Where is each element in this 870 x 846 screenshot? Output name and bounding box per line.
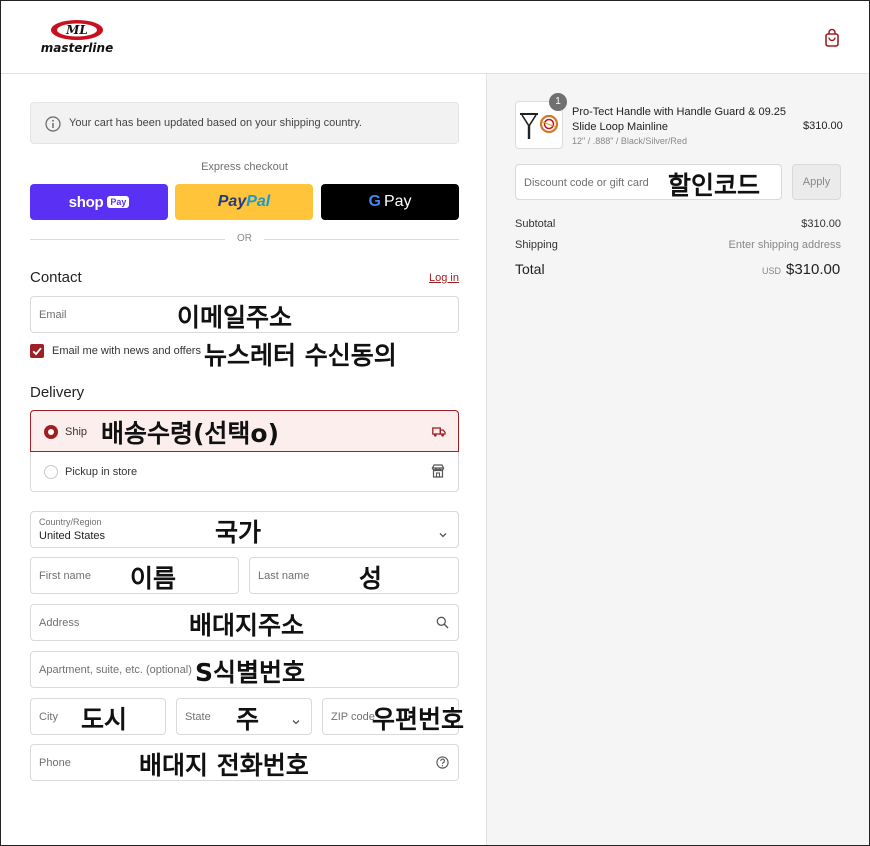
store-icon (431, 464, 445, 483)
subtotal-row: Subtotal $310.00 (515, 218, 841, 230)
ship-radio[interactable] (44, 425, 58, 439)
address-placeholder: Address (39, 617, 80, 629)
shipping-row: Shipping Enter shipping address (515, 239, 841, 251)
chevron-down-icon (291, 713, 301, 731)
zip-field[interactable]: ZIP code 우편번호 (322, 698, 464, 735)
country-value: United States (39, 530, 106, 542)
zip-placeholder: ZIP code (331, 711, 375, 723)
state-overlay-text: 주 (236, 705, 260, 734)
shop-pay-badge: Pay (107, 196, 130, 208)
country-label: Country/Region (39, 517, 102, 527)
shipping-value: Enter shipping address (728, 239, 841, 251)
header: ML masterline (1, 1, 869, 74)
ship-option[interactable]: Ship 배송수령(선택o) (30, 410, 459, 452)
country-overlay-text: 국가 (215, 518, 262, 547)
first-name-field[interactable]: First name 이름 (30, 557, 239, 594)
shop-pay-word: shop (68, 193, 104, 211)
apartment-field[interactable]: Apartment, suite, etc. (optional) S식별번호 (30, 651, 459, 688)
total-label: Total (515, 261, 545, 277)
paypal-word-2: Pal (246, 193, 271, 210)
help-icon[interactable] (436, 756, 449, 774)
total-currency: USD (762, 266, 782, 276)
city-placeholder: City (39, 711, 58, 723)
express-checkout-label: Express checkout (201, 161, 288, 173)
notice-text: Your cart has been updated based on your… (69, 117, 362, 129)
phone-field[interactable]: Phone 배대지 전화번호 (30, 744, 459, 781)
delivery-method-group: Ship 배송수령(선택o) Pickup in store (30, 410, 459, 492)
delivery-title: Delivery (30, 384, 85, 401)
google-pay-word: Pay (383, 193, 412, 210)
shipping-label: Shipping (515, 239, 558, 251)
shop-pay-button[interactable]: shop Pay (30, 184, 168, 220)
email-overlay-text: 이메일주소 (177, 303, 293, 332)
product-variant: 12" / .888" / Black/Silver/Red (572, 136, 687, 146)
logo-mark-icon: ML (51, 20, 103, 40)
newsletter-label: Email me with news and offers (52, 345, 201, 357)
newsletter-checkbox[interactable] (30, 344, 44, 358)
logo-mark-text: ML (65, 23, 88, 37)
logo-text: masterline (40, 41, 114, 55)
city-overlay-text: 도시 (81, 705, 128, 734)
last-name-placeholder: Last name (258, 570, 310, 582)
first-name-placeholder: First name (39, 570, 91, 582)
pickup-label: Pickup in store (65, 466, 138, 478)
state-placeholder: State (185, 711, 211, 723)
subtotal-value: $310.00 (801, 218, 841, 230)
newsletter-overlay-text: 뉴스레터 수신동의 (204, 341, 397, 370)
quantity-badge: 1 (549, 93, 567, 111)
last-name-field[interactable]: Last name 성 (249, 557, 459, 594)
last-name-overlay-text: 성 (359, 564, 383, 593)
first-name-overlay-text: 이름 (130, 564, 177, 593)
chevron-down-icon (438, 526, 448, 544)
state-select[interactable]: State 주 (176, 698, 312, 735)
apply-button[interactable]: Apply (792, 164, 841, 200)
truck-icon (432, 425, 446, 443)
paypal-button[interactable]: Pay Pal (175, 184, 313, 220)
product-price: $310.00 (803, 120, 843, 132)
login-link[interactable]: Log in (429, 272, 459, 284)
checkmark-icon (32, 347, 42, 356)
order-summary: 1 Pro-Tect Handle with Handle Guard & 09… (486, 74, 869, 845)
masterline-logo[interactable]: ML masterline (31, 19, 123, 57)
pickup-radio[interactable] (44, 465, 58, 479)
or-divider: OR (30, 232, 459, 246)
divider-line-right (264, 239, 459, 240)
phone-overlay-text: 배대지 전화번호 (139, 751, 309, 780)
ship-label: Ship (65, 426, 88, 438)
google-pay-button[interactable]: G Pay (321, 184, 459, 220)
cart-updated-notice: Your cart has been updated based on your… (30, 102, 459, 144)
info-icon (45, 116, 61, 132)
search-icon[interactable] (436, 616, 449, 634)
total-value: $310.00 (786, 261, 841, 278)
apartment-placeholder: Apartment, suite, etc. (optional) (39, 664, 192, 676)
discount-input[interactable]: Discount code or gift card 할인코드 (515, 164, 782, 200)
checkout-form: Your cart has been updated based on your… (1, 74, 486, 845)
paypal-word-1: Pay (217, 193, 247, 210)
email-field[interactable]: Email 이메일주소 (30, 296, 459, 333)
ship-overlay-text: 배송수령(선택o) (101, 419, 280, 448)
zip-overlay-text: 우편번호 (372, 705, 465, 734)
city-field[interactable]: City 도시 (30, 698, 166, 735)
subtotal-label: Subtotal (515, 218, 556, 230)
contact-title: Contact (30, 269, 82, 286)
discount-overlay-text: 할인코드 (668, 171, 761, 200)
product-name: Pro-Tect Handle with Handle Guard & 09.2… (572, 106, 787, 133)
phone-placeholder: Phone (39, 757, 71, 769)
country-select[interactable]: Country/Region United States 국가 (30, 511, 459, 548)
pickup-option[interactable]: Pickup in store (31, 452, 458, 492)
apartment-overlay-text: S식별번호 (195, 658, 306, 687)
address-field[interactable]: Address 배대지주소 (30, 604, 459, 641)
discount-placeholder: Discount code or gift card (524, 177, 649, 189)
address-overlay-text: 배대지주소 (189, 611, 305, 640)
google-g-icon: G (368, 193, 381, 210)
email-placeholder: Email (39, 309, 67, 321)
shopping-bag-icon[interactable] (823, 28, 841, 48)
